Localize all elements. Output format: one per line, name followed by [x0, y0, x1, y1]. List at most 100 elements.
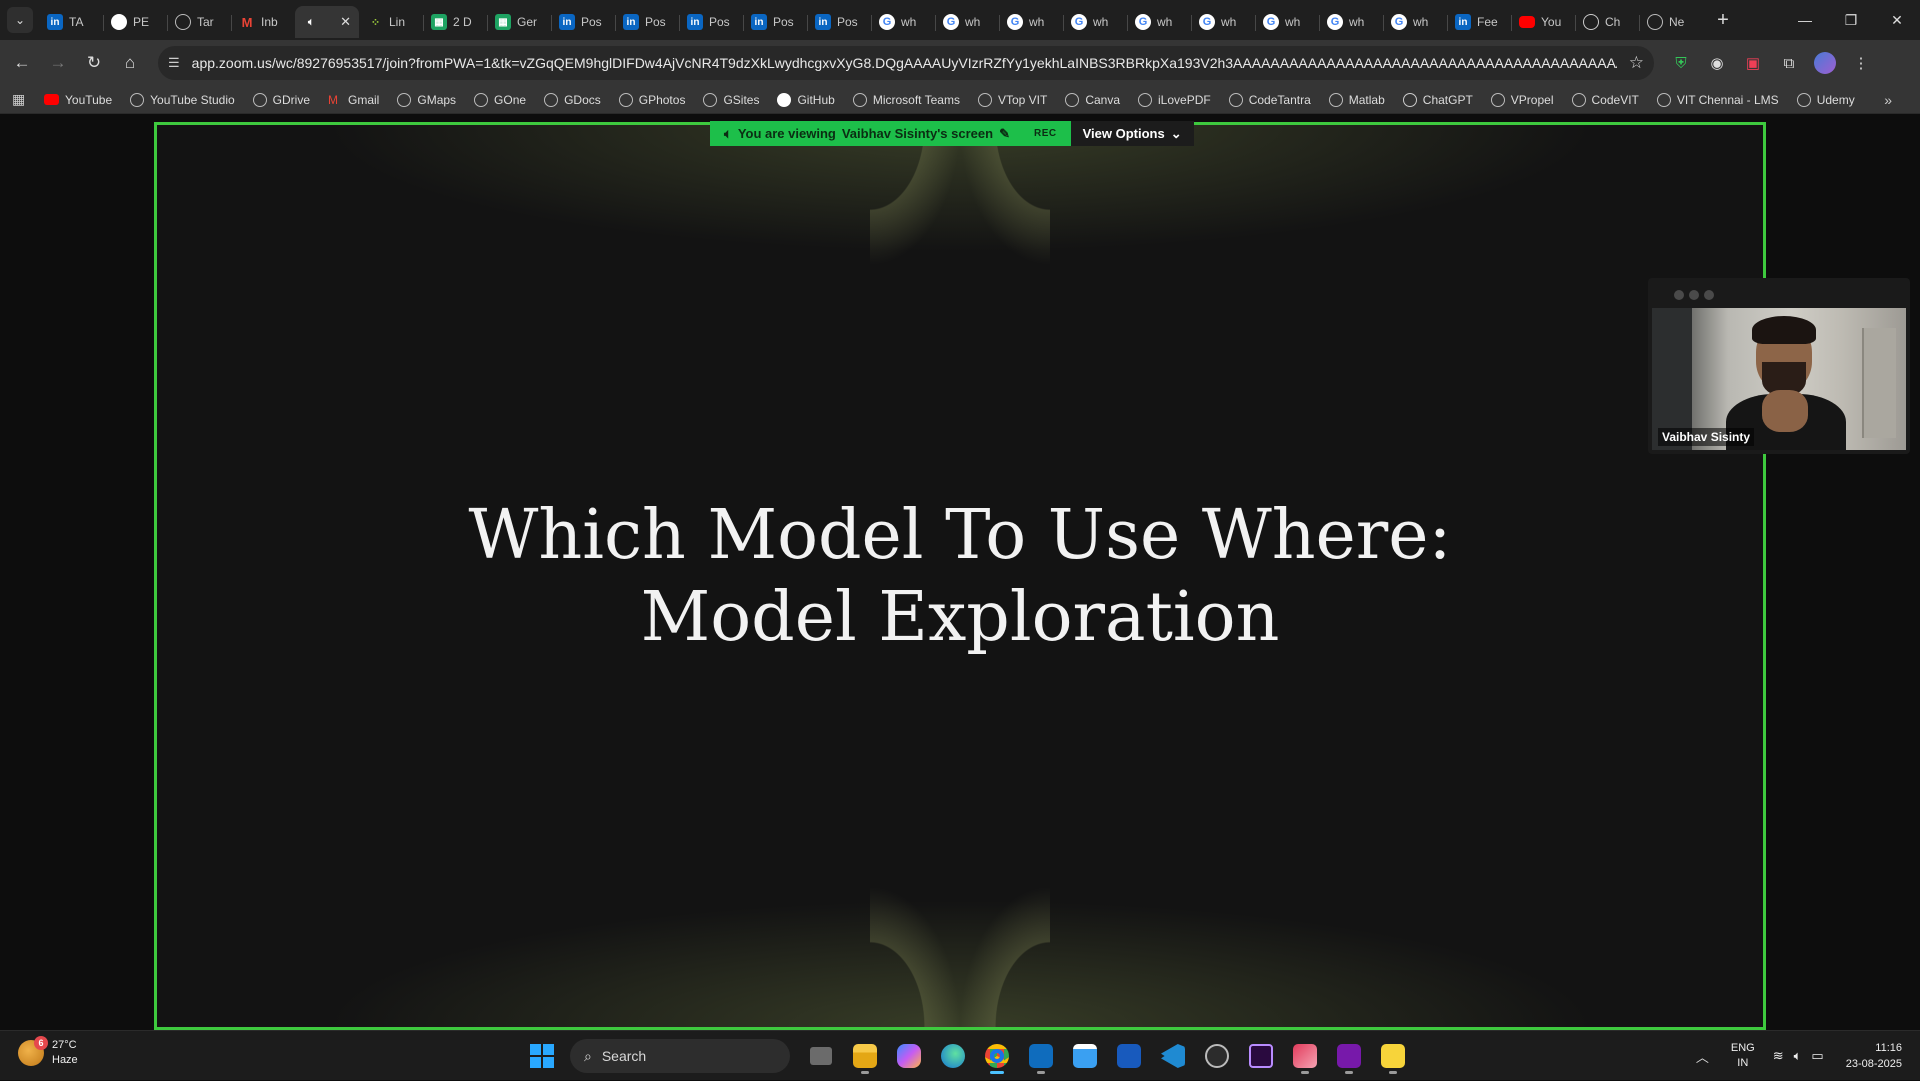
browser-tab[interactable]: Gwh	[1255, 6, 1319, 38]
browser-tab[interactable]: Ne	[1639, 6, 1703, 38]
bookmark-item[interactable]: iLovePDF	[1138, 92, 1211, 107]
tab-close-icon[interactable]: ✕	[340, 14, 351, 30]
bookmark-star-icon[interactable]: ☆	[1629, 53, 1644, 73]
bookmark-item[interactable]: GSites	[703, 92, 759, 107]
browser-tab[interactable]: 🔈︎ ✕	[295, 6, 359, 38]
bookmark-item[interactable]: GPhotos	[618, 92, 685, 107]
bookmark-item[interactable]: ChatGPT	[1402, 92, 1473, 107]
bookmark-item[interactable]: GDocs	[544, 92, 601, 107]
forward-arrow-icon[interactable]: →	[40, 45, 76, 81]
tab-search-chevron-icon[interactable]: ⌄	[7, 7, 33, 33]
browser-tab[interactable]: Ch	[1575, 6, 1639, 38]
copilot-icon[interactable]	[892, 1038, 926, 1074]
chatgpt-icon	[1583, 14, 1599, 30]
premiere-pro-icon[interactable]	[1244, 1038, 1278, 1074]
bookmark-item[interactable]: GOne	[474, 92, 526, 107]
clock[interactable]: 11:16 23-08-2025	[1846, 1040, 1902, 1072]
shield-extension-icon[interactable]: ⛨	[1668, 50, 1694, 76]
browser-tab[interactable]: Gwh	[935, 6, 999, 38]
edge-icon[interactable]	[936, 1038, 970, 1074]
back-arrow-icon[interactable]: ←	[4, 45, 40, 81]
bookmark-item[interactable]: GitHub	[777, 92, 835, 107]
bookmark-label: YouTube	[65, 92, 113, 107]
outlook-icon[interactable]	[1024, 1038, 1058, 1074]
home-icon[interactable]: ⌂	[112, 45, 148, 81]
site-settings-icon[interactable]: ☰	[168, 55, 180, 71]
browser-tab[interactable]: in Pos	[551, 6, 615, 38]
browser-tab[interactable]: Gwh	[1191, 6, 1255, 38]
browser-tab[interactable]: ⁘ Lin	[359, 6, 423, 38]
weather-widget[interactable]: 6 27°C Haze	[18, 1036, 78, 1068]
more-bookmarks-icon[interactable]: »	[1884, 92, 1892, 108]
browser-tab[interactable]: PE	[103, 6, 167, 38]
browser-tab[interactable]: Tar	[167, 6, 231, 38]
browser-tab[interactable]: in Pos	[743, 6, 807, 38]
profile-avatar[interactable]	[1812, 50, 1838, 76]
browser-tab[interactable]: in Pos	[807, 6, 871, 38]
bookmark-item[interactable]: YouTube Studio	[130, 92, 235, 107]
quick-settings[interactable]: ≋ 🔈︎ ▭	[1773, 1048, 1824, 1064]
bookmark-item[interactable]: CodeTantra	[1228, 92, 1311, 107]
file-explorer-icon[interactable]	[848, 1038, 882, 1074]
bookmark-item[interactable]: VPropel	[1490, 92, 1554, 107]
windows-taskbar: 6 27°C Haze ⌕ Search ︿ ENG IN ≋ 🔈︎ ▭ 11:…	[0, 1030, 1920, 1080]
url-text[interactable]: app.zoom.us/wc/89276953517/join?fromPWA=…	[192, 55, 1617, 71]
microsoft-store-icon[interactable]	[1068, 1038, 1102, 1074]
pencil-annotate-icon[interactable]: ✎	[999, 126, 1010, 142]
browser-tab[interactable]: Gwh	[1319, 6, 1383, 38]
view-options-button[interactable]: View Options ⌄	[1070, 121, 1194, 146]
apps-grid-icon[interactable]: ▦	[12, 91, 30, 108]
bookmark-item[interactable]: CodeVIT	[1571, 92, 1639, 107]
globe-icon	[703, 92, 718, 107]
browser-tab[interactable]: in Pos	[679, 6, 743, 38]
browser-tab[interactable]: Gwh	[999, 6, 1063, 38]
browser-tab[interactable]: in Pos	[615, 6, 679, 38]
participant-video-tile[interactable]: Vaibhav Sisinty	[1648, 278, 1910, 454]
snipping-tool-icon[interactable]	[1288, 1038, 1322, 1074]
bookmark-item[interactable]: M Gmail	[328, 93, 379, 107]
tile-more-options-icon[interactable]	[1674, 290, 1714, 300]
browser-tab[interactable]: Gwh	[1063, 6, 1127, 38]
taskbar-search-box[interactable]: ⌕ Search	[570, 1039, 790, 1073]
browser-tab[interactable]: in TA	[39, 6, 103, 38]
bookmark-item[interactable]: Canva	[1065, 92, 1120, 107]
pocket-extension-icon[interactable]: ▣	[1740, 50, 1766, 76]
bookmark-item[interactable]: Matlab	[1328, 92, 1385, 107]
onenote-icon[interactable]	[1332, 1038, 1366, 1074]
vscode-icon[interactable]	[1156, 1038, 1190, 1074]
browser-tab[interactable]: ▦ 2 D	[423, 6, 487, 38]
bookmark-item[interactable]: YouTube	[44, 93, 112, 107]
chrome-icon[interactable]	[980, 1038, 1014, 1074]
sticky-notes-icon[interactable]	[1376, 1038, 1410, 1074]
bookmark-item[interactable]: GMaps	[397, 92, 456, 107]
minimize-button[interactable]: —	[1782, 0, 1828, 40]
puzzle-extensions-icon[interactable]: ⧉	[1776, 50, 1802, 76]
browser-tab[interactable]: Gwh	[1127, 6, 1191, 38]
tray-chevron-up-icon[interactable]: ︿	[1696, 1047, 1709, 1066]
task-view-icon[interactable]	[804, 1038, 838, 1074]
google-icon: G	[1327, 14, 1343, 30]
browser-tab[interactable]: in Fee	[1447, 6, 1511, 38]
bookmark-item[interactable]: VTop VIT	[977, 92, 1047, 107]
start-button[interactable]	[524, 1038, 560, 1074]
bookmark-item[interactable]: Microsoft Teams	[852, 92, 960, 107]
browser-tab[interactable]: Gwh	[1383, 6, 1447, 38]
bookmark-item[interactable]: GDrive	[252, 92, 310, 107]
word-icon[interactable]	[1112, 1038, 1146, 1074]
browser-tab[interactable]: Gwh	[871, 6, 935, 38]
browser-tab[interactable]: M Inb	[231, 6, 295, 38]
bookmark-item[interactable]: VIT Chennai - LMS	[1656, 92, 1779, 107]
address-bar[interactable]: ☰ app.zoom.us/wc/89276953517/join?fromPW…	[158, 46, 1654, 80]
reload-icon[interactable]: ↻	[76, 45, 112, 81]
bookmark-item[interactable]: Udemy	[1796, 92, 1855, 107]
close-window-button[interactable]: ✕	[1874, 0, 1920, 40]
new-tab-button[interactable]: +	[1709, 6, 1737, 34]
viewing-name: Vaibhav Sisinty's screen	[841, 126, 994, 141]
camera-extension-icon[interactable]: ◉	[1704, 50, 1730, 76]
browser-tab[interactable]: You	[1511, 6, 1575, 38]
language-indicator[interactable]: ENG IN	[1731, 1041, 1755, 1071]
obs-icon[interactable]	[1200, 1038, 1234, 1074]
browser-menu-icon[interactable]: ⋮	[1848, 50, 1874, 76]
browser-tab[interactable]: ▦ Ger	[487, 6, 551, 38]
restore-button[interactable]: ❐	[1828, 0, 1874, 40]
